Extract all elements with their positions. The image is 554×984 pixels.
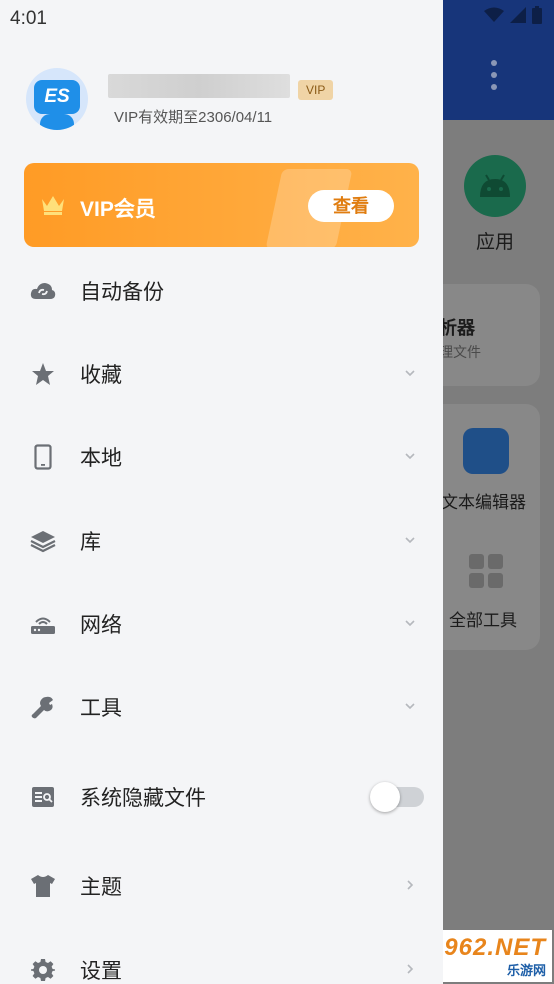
phone-icon — [30, 444, 56, 470]
navigation-drawer: 4:01 ES VIP VIP有效期至2306/04/11 VIP会员 查看 自… — [0, 0, 443, 984]
vip-banner[interactable]: VIP会员 查看 — [24, 163, 419, 247]
bg-analyzer-subtitle: 理文件 — [439, 344, 481, 360]
chevron-down-icon[interactable] — [402, 615, 418, 631]
menu-item-theme[interactable]: 主题 — [0, 844, 443, 926]
es-logo-icon: ES — [34, 80, 80, 114]
hidden-file-icon — [30, 784, 56, 810]
menu-item-hidden-files[interactable]: 系统隐藏文件 — [0, 755, 443, 837]
menu-item-network[interactable]: 网络 — [0, 582, 443, 664]
chevron-down-icon[interactable] — [402, 448, 418, 464]
vip-expiry-text: VIP有效期至2306/04/11 — [114, 109, 273, 126]
chevron-right-icon[interactable] — [402, 961, 418, 977]
menu-label-auto-backup: 自动备份 — [80, 281, 164, 304]
menu-label-settings: 设置 — [80, 960, 122, 983]
menu-item-auto-backup[interactable]: 自动备份 — [0, 249, 443, 331]
watermark-sub: 乐游网 — [506, 963, 546, 978]
layers-icon — [30, 528, 56, 554]
menu-item-settings[interactable]: 设置 — [0, 928, 443, 984]
tshirt-icon — [30, 873, 56, 899]
username-redacted[interactable] — [108, 74, 290, 98]
text-editor-icon[interactable] — [463, 428, 509, 474]
wifi-icon — [484, 7, 504, 22]
star-icon — [30, 361, 56, 387]
menu-label-local: 本地 — [80, 447, 122, 470]
vip-title: VIP会员 — [80, 198, 156, 221]
gear-icon — [30, 957, 56, 983]
menu-item-local[interactable]: 本地 — [0, 415, 443, 497]
menu-label-library: 库 — [80, 531, 101, 554]
chevron-down-icon[interactable] — [402, 698, 418, 714]
bg-text-editor-label: 文本编辑器 — [441, 493, 526, 512]
menu-item-tools[interactable]: 工具 — [0, 665, 443, 747]
status-icons — [484, 6, 542, 24]
hidden-files-toggle[interactable] — [370, 782, 424, 812]
bg-all-tools-label: 全部工具 — [449, 611, 517, 630]
android-icon — [464, 155, 526, 217]
menu-label-tools: 工具 — [80, 697, 122, 720]
vip-badge: VIP — [298, 80, 334, 100]
chevron-down-icon[interactable] — [402, 532, 418, 548]
bg-apps-label: 应用 — [475, 232, 514, 253]
cloud-sync-icon — [30, 278, 56, 304]
menu-item-library[interactable]: 库 — [0, 499, 443, 581]
menu-label-favorites: 收藏 — [80, 364, 122, 387]
menu-label-hidden-files: 系统隐藏文件 — [80, 787, 206, 810]
chevron-down-icon[interactable] — [402, 365, 418, 381]
toggle-knob — [370, 782, 400, 812]
wrench-icon — [30, 694, 56, 720]
bg-analyzer-title: 析器 — [439, 318, 475, 338]
avatar[interactable]: ES — [26, 68, 88, 130]
chevron-right-icon[interactable] — [402, 877, 418, 893]
menu-label-network: 网络 — [80, 614, 122, 637]
watermark-brand: 962.NET — [444, 934, 546, 961]
all-tools-icon[interactable] — [469, 554, 503, 588]
vip-view-button[interactable]: 查看 — [308, 190, 394, 222]
crown-icon — [42, 196, 64, 215]
more-options-icon[interactable] — [484, 60, 504, 100]
signal-icon — [510, 7, 526, 23]
bg-apps-tile[interactable]: 应用 — [455, 155, 535, 254]
menu-label-theme: 主题 — [80, 876, 122, 899]
battery-icon — [532, 6, 542, 24]
router-icon — [30, 611, 56, 637]
menu-item-favorites[interactable]: 收藏 — [0, 332, 443, 414]
status-time: 4:01 — [10, 8, 47, 29]
